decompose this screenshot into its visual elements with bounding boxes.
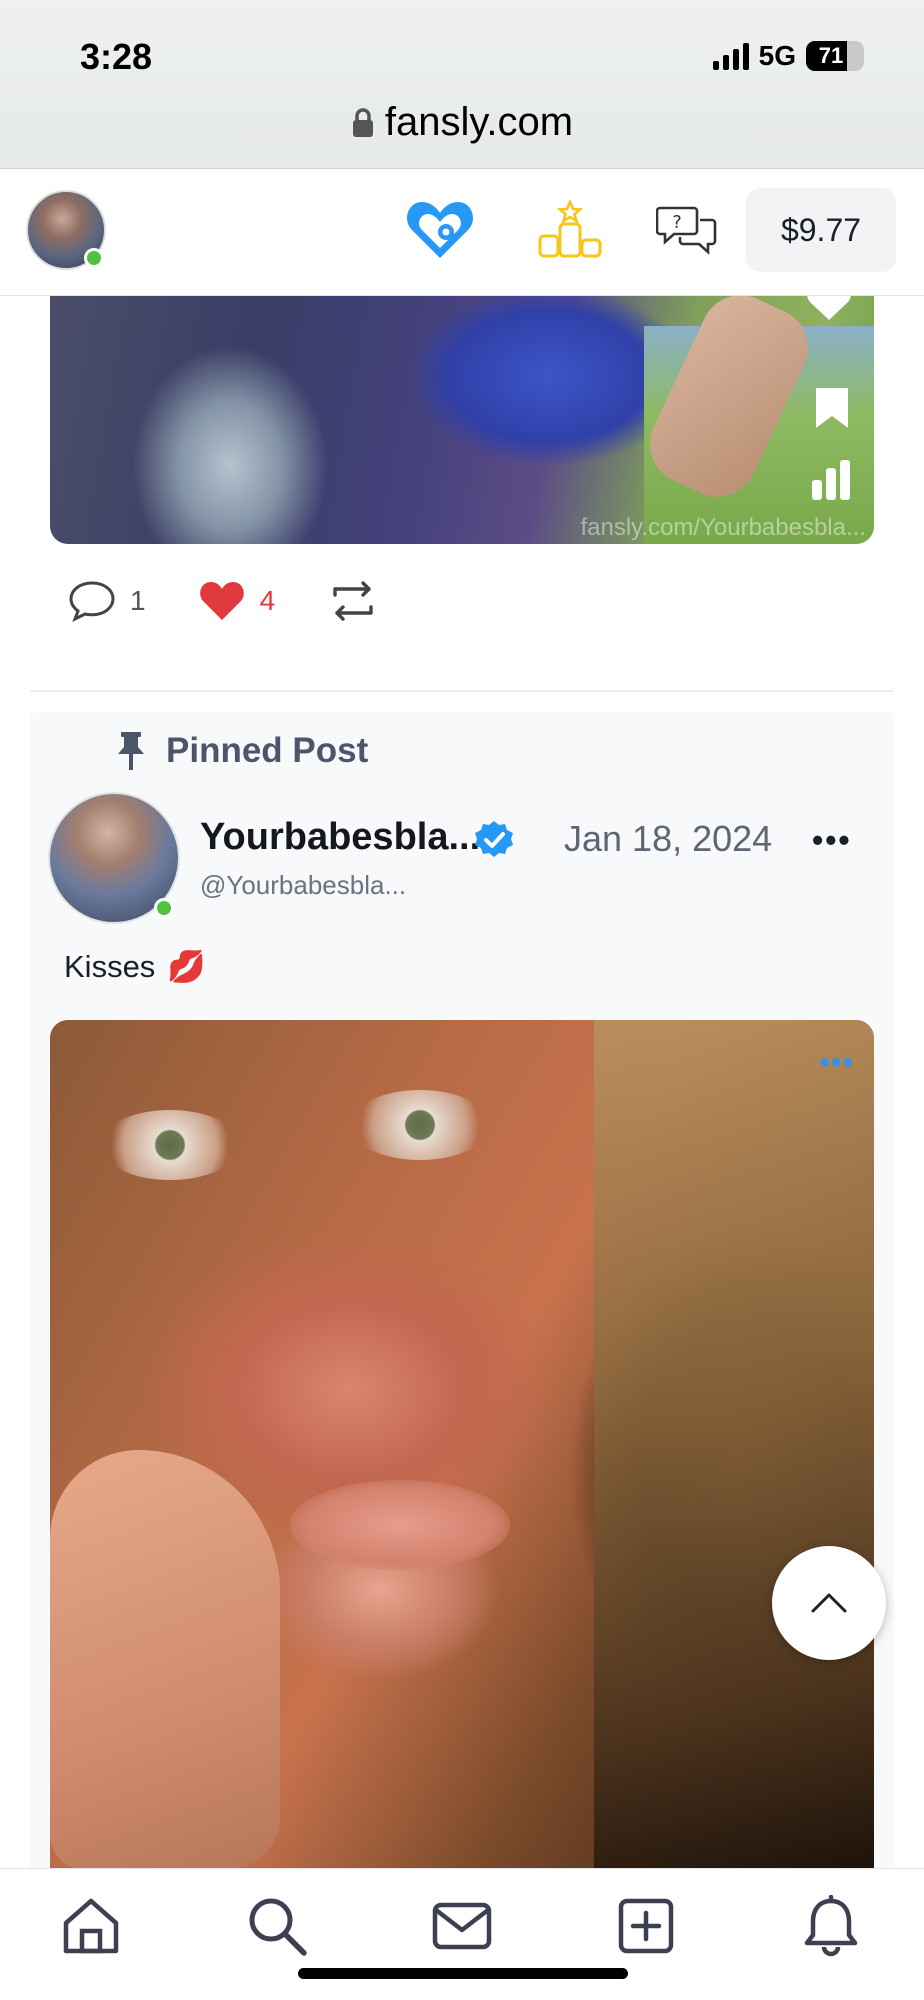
- comments-button[interactable]: 1: [68, 580, 146, 622]
- svg-text:?: ?: [672, 212, 682, 233]
- pinned-label: Pinned Post: [166, 731, 369, 770]
- media-detail: [350, 1090, 490, 1160]
- mail-icon: [432, 1902, 492, 1950]
- home-icon: [63, 1898, 119, 1954]
- online-indicator: [84, 248, 104, 268]
- wallet-balance-button[interactable]: $9.77: [746, 188, 896, 272]
- search-icon: [249, 1898, 307, 1956]
- status-icons: 5G 71: [712, 40, 864, 72]
- media-watermark: fansly.com/Yourbabesbla...: [580, 514, 866, 541]
- media-like-icon[interactable]: [804, 296, 854, 322]
- verified-badge-icon: [475, 821, 513, 857]
- lock-icon: [352, 107, 373, 137]
- post-body: Kisses 💋: [64, 948, 206, 985]
- post-date: Jan 18, 2024: [564, 818, 773, 859]
- notifications-icon: [804, 1895, 858, 1957]
- repost-icon: [333, 581, 373, 621]
- pinned-post-media[interactable]: •••: [50, 1020, 874, 1870]
- author-handle[interactable]: @Yourbabesbla...: [200, 870, 406, 901]
- bookmark-icon[interactable]: [814, 386, 850, 430]
- chevron-up-icon: [811, 1593, 847, 1613]
- scroll-to-top-button[interactable]: [772, 1546, 886, 1660]
- home-indicator: [298, 1968, 628, 1979]
- stats-icon[interactable]: [810, 458, 852, 500]
- nav-notifications[interactable]: [796, 1891, 866, 1961]
- add-post-icon: [618, 1898, 674, 1954]
- media-options-button[interactable]: •••: [819, 1046, 854, 1080]
- leaderboard-icon[interactable]: [538, 200, 602, 260]
- media-detail: [290, 1480, 510, 1570]
- post-actions: 1 4: [68, 580, 431, 622]
- media-detail: [594, 1020, 874, 1870]
- signal-icon: [712, 42, 749, 70]
- battery-level: 71: [818, 43, 844, 68]
- previous-post-media[interactable]: fansly.com/Yourbabesbla...: [50, 296, 874, 544]
- post-divider: [30, 690, 894, 692]
- repost-button[interactable]: [327, 581, 379, 621]
- status-time: 3:28: [80, 36, 153, 77]
- media-detail: [100, 1110, 240, 1180]
- nav-create-post[interactable]: [611, 1891, 681, 1961]
- author-name[interactable]: Yourbabesbla...: [200, 816, 480, 859]
- kiss-emoji: 💋: [167, 949, 206, 984]
- app-header: ? $9.77: [0, 170, 924, 296]
- like-button[interactable]: 4: [198, 580, 276, 622]
- nav-home[interactable]: [56, 1891, 126, 1961]
- media-detail: [50, 1450, 280, 1870]
- messages-help-icon[interactable]: ?: [656, 204, 718, 258]
- post-options-button[interactable]: •••: [812, 822, 852, 859]
- pinned-indicator: Pinned Post: [114, 730, 368, 772]
- pinned-post-card: Pinned Post Yourbabesbla... @Yourbabesbl…: [30, 712, 894, 2000]
- url-text: fansly.com: [384, 100, 574, 144]
- nav-messages[interactable]: [427, 1891, 497, 1961]
- comment-count: 1: [130, 585, 146, 616]
- bottom-navigation: [0, 1868, 924, 2000]
- post-text: Kisses: [64, 948, 156, 984]
- heart-icon: [199, 582, 244, 620]
- address-bar[interactable]: fansly.com: [0, 100, 924, 145]
- like-count: 4: [259, 585, 276, 616]
- comment-icon: [69, 581, 115, 622]
- nav-search[interactable]: [242, 1891, 312, 1961]
- fansly-heart-logo-icon[interactable]: [404, 198, 476, 262]
- pin-icon: [118, 732, 144, 770]
- battery-icon: 71: [806, 41, 864, 71]
- author-online-indicator: [154, 898, 174, 918]
- browser-chrome: 3:28 5G 71 fansly.com: [0, 0, 924, 169]
- network-label: 5G: [758, 40, 796, 71]
